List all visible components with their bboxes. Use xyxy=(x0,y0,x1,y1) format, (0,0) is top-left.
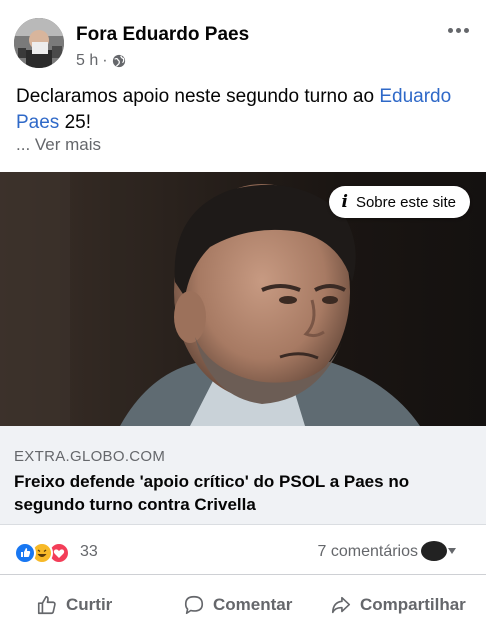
info-icon: i xyxy=(341,192,348,212)
like-reaction-icon xyxy=(14,542,36,564)
about-site-button[interactable]: i Sobre este site xyxy=(329,186,470,218)
post-text-after: 25! xyxy=(59,112,92,133)
see-more-link[interactable]: ... Ver mais xyxy=(16,135,101,155)
link-headline: Freixo defende 'apoio crítico' do PSOL a… xyxy=(14,472,410,514)
post-meta: 5 h · xyxy=(76,52,126,70)
page-name[interactable]: Fora Eduardo Paes xyxy=(76,24,249,46)
reaction-count[interactable]: 33 xyxy=(80,543,98,561)
comments-count[interactable]: 7 comentários xyxy=(318,543,419,561)
more-options-icon[interactable] xyxy=(444,18,472,42)
share-icon xyxy=(331,596,351,614)
share-button[interactable]: Compartilhar xyxy=(330,592,466,618)
share-label: Compartilhar xyxy=(360,595,466,614)
like-button[interactable]: Curtir xyxy=(36,592,112,618)
comment-label: Comentar xyxy=(213,595,293,614)
globe-icon xyxy=(112,54,125,68)
like-label: Curtir xyxy=(66,595,113,614)
meta-separator: · xyxy=(102,52,108,69)
avatar-image xyxy=(14,18,64,68)
link-preview-caption[interactable]: EXTRA.GLOBO.COM Freixo defende 'apoio cr… xyxy=(0,426,486,525)
reaction-icons[interactable] xyxy=(14,542,80,564)
post-text-before: Declaramos apoio neste segundo turno ao xyxy=(16,86,380,107)
link-domain: EXTRA.GLOBO.COM xyxy=(14,448,166,465)
post-actions: Curtir Comentar Compartilhar xyxy=(0,580,486,630)
comment-icon xyxy=(184,595,204,615)
post-header: Fora Eduardo Paes 5 h · xyxy=(0,0,486,80)
commenter-avatar-icon xyxy=(421,541,456,561)
post-time[interactable]: 5 h xyxy=(76,52,98,70)
reactions-bar: 33 7 comentários xyxy=(0,530,486,575)
post-text: Declaramos apoio neste segundo turno ao … xyxy=(16,84,476,136)
page-avatar[interactable] xyxy=(14,18,64,68)
about-site-label: Sobre este site xyxy=(355,193,456,211)
like-icon xyxy=(37,595,56,615)
comment-button[interactable]: Comentar xyxy=(183,592,292,618)
